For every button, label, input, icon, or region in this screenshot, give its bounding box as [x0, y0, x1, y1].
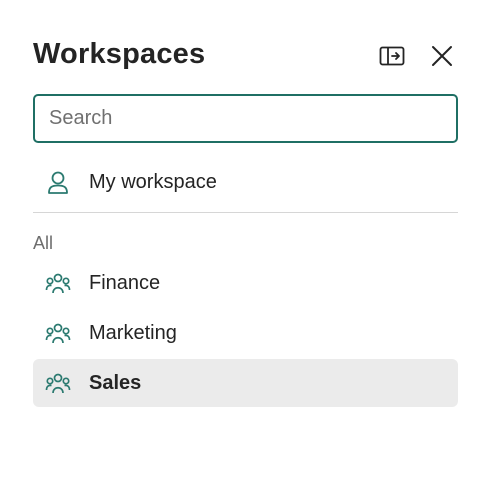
my-workspace-label: My workspace [89, 171, 217, 193]
my-workspace-item[interactable]: My workspace [33, 158, 458, 206]
close-icon [432, 46, 452, 66]
search-input[interactable] [35, 96, 456, 141]
section-label-all: All [33, 233, 54, 253]
workspaces-panel: Workspaces My workspace All [0, 0, 491, 484]
panel-dock-icon [379, 46, 405, 66]
person-icon [45, 170, 71, 196]
workspace-item-sales[interactable]: Sales [33, 359, 458, 407]
close-button[interactable] [428, 42, 456, 70]
workspace-label: Finance [89, 272, 161, 294]
people-team-icon [45, 321, 71, 347]
people-team-icon [45, 271, 71, 297]
workspace-label: Marketing [89, 322, 177, 344]
dock-panel-button[interactable] [378, 42, 406, 70]
people-team-icon [45, 371, 71, 397]
search-box [33, 94, 458, 143]
panel-header: Workspaces [33, 34, 459, 78]
panel-title: Workspaces [33, 38, 206, 70]
divider [33, 212, 458, 213]
workspace-item-marketing[interactable]: Marketing [33, 309, 458, 357]
workspace-label: Sales [89, 372, 142, 394]
workspace-item-finance[interactable]: Finance [33, 259, 458, 307]
